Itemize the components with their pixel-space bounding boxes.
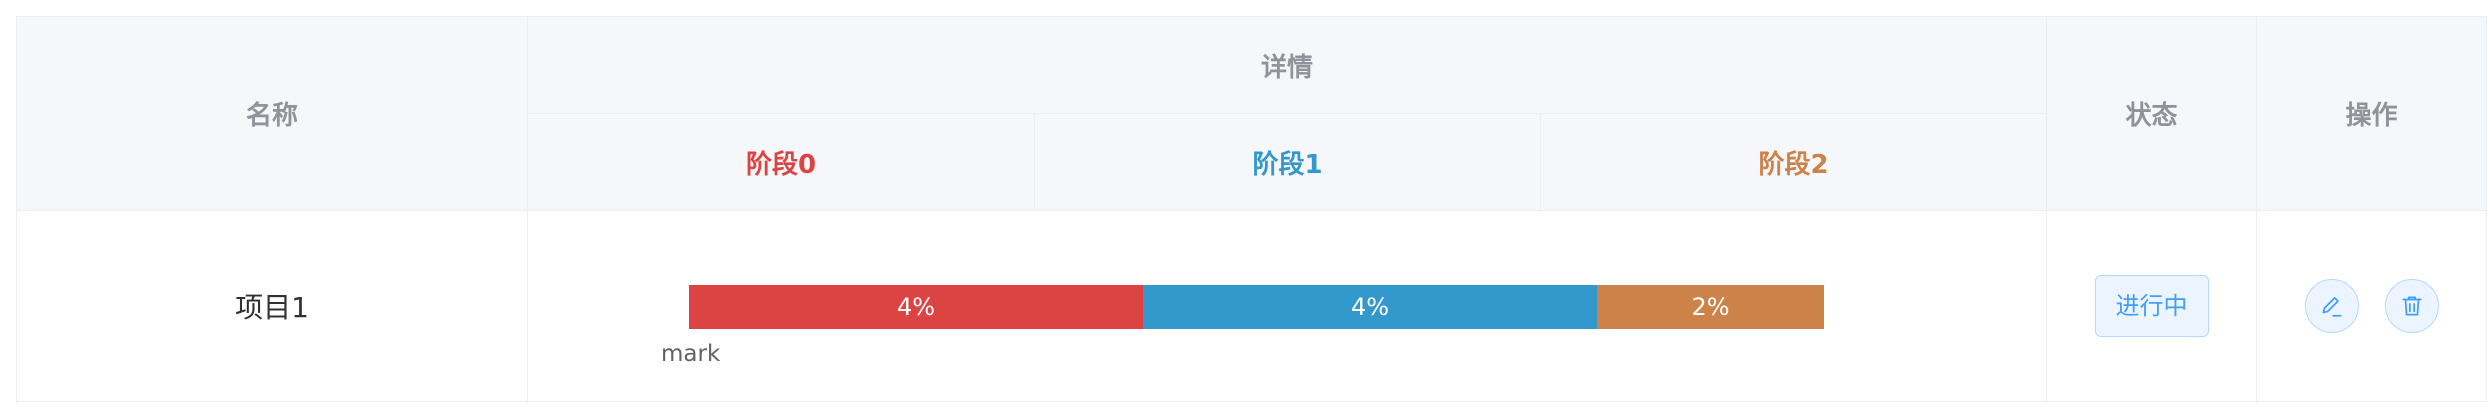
delete-button[interactable]	[2384, 279, 2439, 333]
progress-segment-stage-1: 4%	[1143, 285, 1597, 329]
edit-icon	[2321, 297, 2342, 317]
progress-bar: 4% 4% 2%	[689, 285, 1824, 329]
edit-button[interactable]	[2304, 279, 2359, 333]
header-stage-2: 阶段2	[1540, 113, 2047, 211]
data-table-wrapper: 名称 详情 状态 操作 阶段0 阶段1 阶段2 项目1 4% 4% 2% mar…	[16, 16, 2487, 402]
project-table: 名称 详情 状态 操作 阶段0 阶段1 阶段2 项目1 4% 4% 2% mar…	[16, 16, 2487, 402]
progress-mark-label: mark	[661, 341, 721, 367]
header-status: 状态	[2046, 16, 2257, 211]
header-name: 名称	[16, 16, 528, 211]
project-name-cell: 项目1	[16, 210, 528, 402]
progress-cell: 4% 4% 2% mark	[527, 210, 2047, 402]
table-row: 项目1 4% 4% 2% mark 进行中	[16, 210, 2487, 402]
header-actions: 操作	[2256, 16, 2487, 211]
progress-segment-stage-2: 2%	[1597, 285, 1824, 329]
status-cell: 进行中	[2046, 210, 2257, 402]
header-details: 详情	[527, 16, 2047, 114]
trash-icon	[2401, 296, 2422, 316]
header-stage-1: 阶段1	[1034, 113, 1541, 211]
progress-segment-stage-0: 4%	[689, 285, 1143, 329]
status-badge: 进行中	[2094, 275, 2209, 337]
header-stage-0: 阶段0	[527, 113, 1035, 211]
actions-cell	[2256, 210, 2487, 402]
